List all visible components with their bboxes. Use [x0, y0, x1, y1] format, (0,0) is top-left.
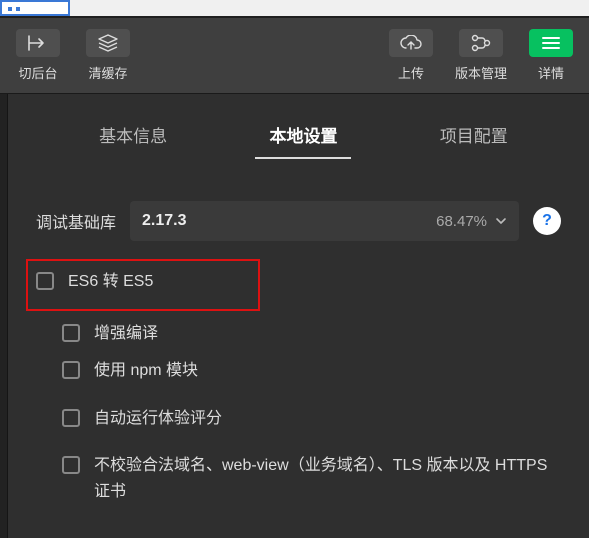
checkbox[interactable] — [62, 324, 80, 342]
window-tab — [0, 0, 70, 16]
option-label: 使用 npm 模块 — [94, 358, 561, 384]
checkbox[interactable] — [62, 456, 80, 474]
compile-options: ES6 转 ES5 增强编译 使用 npm 模块 自动运行体验评分 不校验合法域… — [36, 269, 561, 505]
toolbar-label: 上传 — [398, 63, 424, 82]
toolbar-label: 清缓存 — [88, 63, 127, 82]
toolbar-label: 版本管理 — [455, 63, 507, 82]
window-tab-strip — [0, 0, 589, 18]
option-label: 不校验合法域名、web-view（业务域名）、TLS 版本以及 HTTPS 证书 — [94, 453, 561, 504]
toolbar-upload-button[interactable]: 上传 — [379, 25, 443, 87]
base-lib-select[interactable]: 2.17.3 68.47% — [130, 201, 519, 241]
base-lib-percent: 68.47% — [436, 213, 487, 230]
layers-icon — [86, 29, 130, 57]
panel-edge — [0, 94, 8, 538]
toolbar-version-button[interactable]: 版本管理 — [449, 25, 513, 87]
option-auto-score[interactable]: 自动运行体验评分 — [36, 406, 561, 432]
branch-icon — [459, 29, 503, 57]
debug-base-lib-row: 调试基础库 2.17.3 68.47% ? — [36, 201, 561, 241]
settings-panel: 基本信息 本地设置 项目配置 调试基础库 2.17.3 68.47% ? — [8, 94, 589, 538]
checkbox[interactable] — [36, 272, 54, 290]
toolbar-background-button[interactable]: 切后台 — [6, 25, 70, 87]
base-lib-value: 2.17.3 — [142, 212, 186, 230]
cloud-upload-icon — [389, 29, 433, 57]
option-use-npm[interactable]: 使用 npm 模块 — [36, 358, 561, 384]
option-es6-to-es5[interactable]: ES6 转 ES5 — [36, 269, 561, 295]
option-label: ES6 转 ES5 — [68, 269, 561, 295]
toolbar: 切后台 清缓存 上传 版本管理 详情 — [0, 18, 589, 94]
menu-icon — [529, 29, 573, 57]
tab-bar: 基本信息 本地设置 项目配置 — [8, 112, 589, 161]
option-no-domain-check[interactable]: 不校验合法域名、web-view（业务域名）、TLS 版本以及 HTTPS 证书 — [36, 453, 561, 504]
option-enhanced-compile[interactable]: 增强编译 — [36, 321, 561, 347]
toolbar-clear-cache-button[interactable]: 清缓存 — [76, 25, 140, 87]
tab-project-config[interactable]: 项目配置 — [434, 112, 514, 161]
exit-icon — [16, 29, 60, 57]
tab-basic-info[interactable]: 基本信息 — [93, 112, 173, 161]
tab-local-settings[interactable]: 本地设置 — [263, 112, 343, 161]
chevron-down-icon — [495, 215, 507, 227]
toolbar-details-button[interactable]: 详情 — [519, 25, 583, 87]
toolbar-label: 切后台 — [18, 63, 57, 82]
option-label: 自动运行体验评分 — [94, 406, 561, 432]
debug-base-lib-label: 调试基础库 — [36, 209, 116, 233]
toolbar-label: 详情 — [538, 63, 564, 82]
option-label: 增强编译 — [94, 321, 561, 347]
checkbox[interactable] — [62, 361, 80, 379]
checkbox[interactable] — [62, 409, 80, 427]
help-button[interactable]: ? — [533, 207, 561, 235]
